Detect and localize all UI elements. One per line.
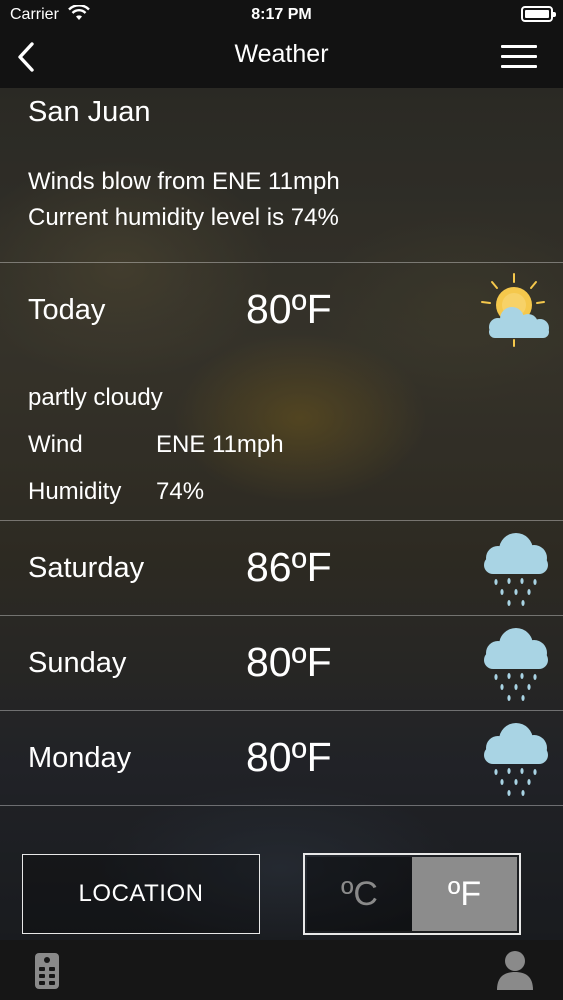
divider [0,805,563,806]
forecast-day-temp: 80ºF [246,734,332,780]
page-title: Weather [234,40,329,68]
today-condition: partly cloudy [28,384,163,411]
celsius-option[interactable]: ºC [307,857,412,931]
forecast-day-temp: 80ºF [246,639,332,685]
clock: 8:17 PM [251,6,312,23]
hamburger-menu-icon[interactable] [501,45,537,69]
divider [0,520,563,521]
forecast-day-temp: 86ºF [246,544,332,590]
partly-cloudy-icon [481,273,549,347]
humidity-summary: Current humidity level is 74% [28,204,339,231]
top-bar: Carrier 8:17 PM Weather [0,0,563,88]
fahrenheit-option[interactable]: ºF [412,857,517,931]
today-humidity-value: 74% [156,478,205,505]
divider [0,710,563,711]
today-label: Today [28,294,106,326]
today-wind-value: ENE 11mph [156,431,284,458]
rain-cloud-icon [484,533,548,606]
user-profile-icon[interactable] [496,950,534,990]
divider [0,615,563,616]
forecast-day-label: Saturday [28,552,145,584]
wind-summary: Winds blow from ENE 11mph [28,168,340,195]
city-name: San Juan [28,96,151,128]
tab-bar [0,940,563,1000]
today-humidity-label: Humidity [28,478,122,505]
today-wind-label: Wind [28,431,83,458]
rain-cloud-icon [484,628,548,701]
today-temp: 80ºF [246,286,332,332]
battery-icon [521,6,556,22]
unit-toggle: ºC ºF [303,853,521,935]
rain-cloud-icon [484,723,548,796]
forecast-day-label: Sunday [28,647,127,679]
location-button[interactable]: LOCATION [22,854,260,934]
forecast-day-label: Monday [28,742,132,774]
divider [0,262,563,263]
remote-control-icon[interactable] [34,952,60,990]
status-bar: Carrier 8:17 PM [0,0,563,30]
